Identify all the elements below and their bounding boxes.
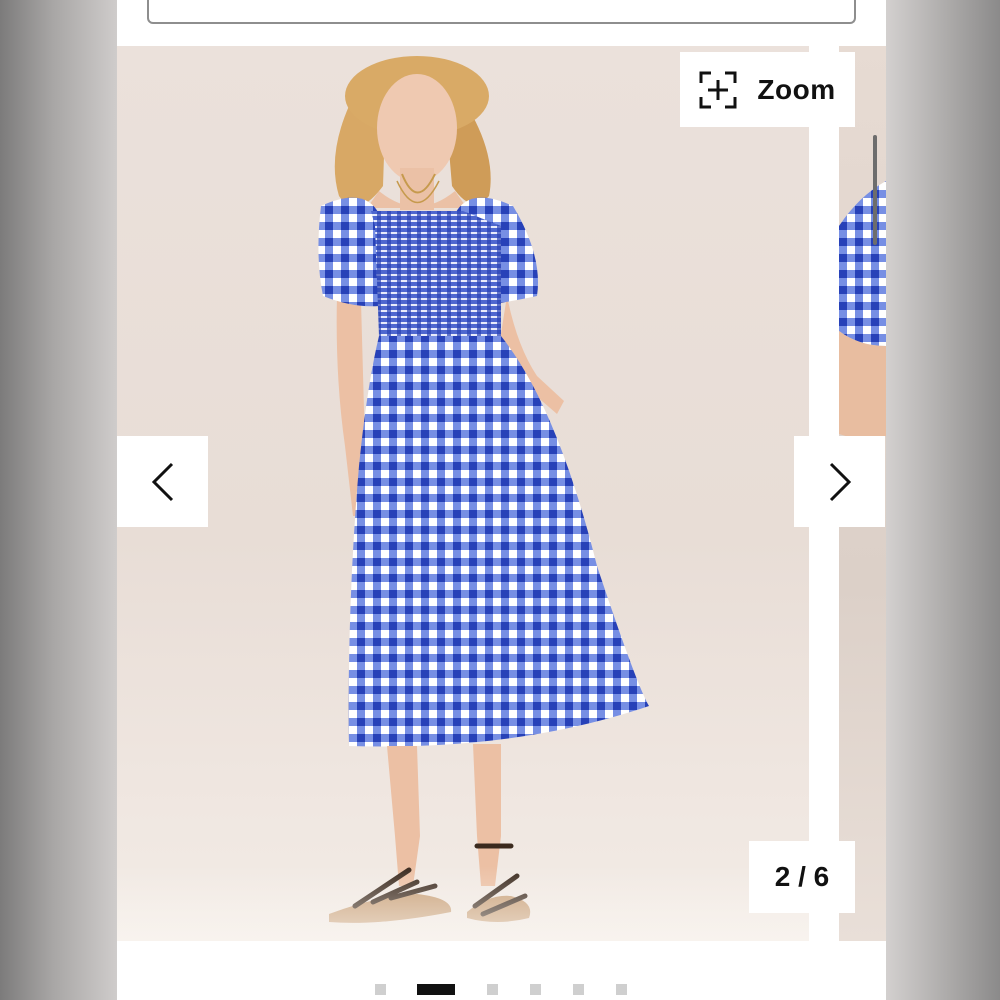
- pagination-dot[interactable]: [573, 983, 584, 995]
- product-gallery-page: Zoom 2 / 6: [117, 0, 886, 1000]
- slide-counter-total: 6: [813, 861, 830, 892]
- chevron-right-icon: [829, 462, 851, 501]
- slide-counter-separator: /: [790, 861, 814, 892]
- product-photo[interactable]: [117, 46, 809, 941]
- zoom-label: Zoom: [757, 73, 836, 105]
- pagination-dot[interactable]: [530, 983, 541, 995]
- chevron-left-icon: [151, 462, 173, 501]
- pagination-dot[interactable]: [487, 983, 498, 995]
- floor-shading: [117, 866, 809, 941]
- pagination-dots: [375, 983, 659, 995]
- slide-counter-current: 2: [774, 861, 791, 892]
- model-illustration: [318, 56, 649, 923]
- pagination-dot-active[interactable]: [417, 983, 455, 995]
- backdrop-left: [0, 0, 117, 1000]
- pagination-dot[interactable]: [375, 983, 386, 995]
- pagination-dot[interactable]: [616, 983, 627, 995]
- next-slide-button[interactable]: [794, 436, 885, 527]
- backdrop-right: [886, 0, 1000, 1000]
- previous-slide-button[interactable]: [117, 436, 208, 527]
- expand-plus-icon: [699, 71, 737, 108]
- slide-counter: 2 / 6: [749, 841, 855, 913]
- zoom-button[interactable]: Zoom: [680, 52, 855, 127]
- scroll-indicator: [873, 135, 877, 245]
- top-input-field[interactable]: [147, 0, 856, 24]
